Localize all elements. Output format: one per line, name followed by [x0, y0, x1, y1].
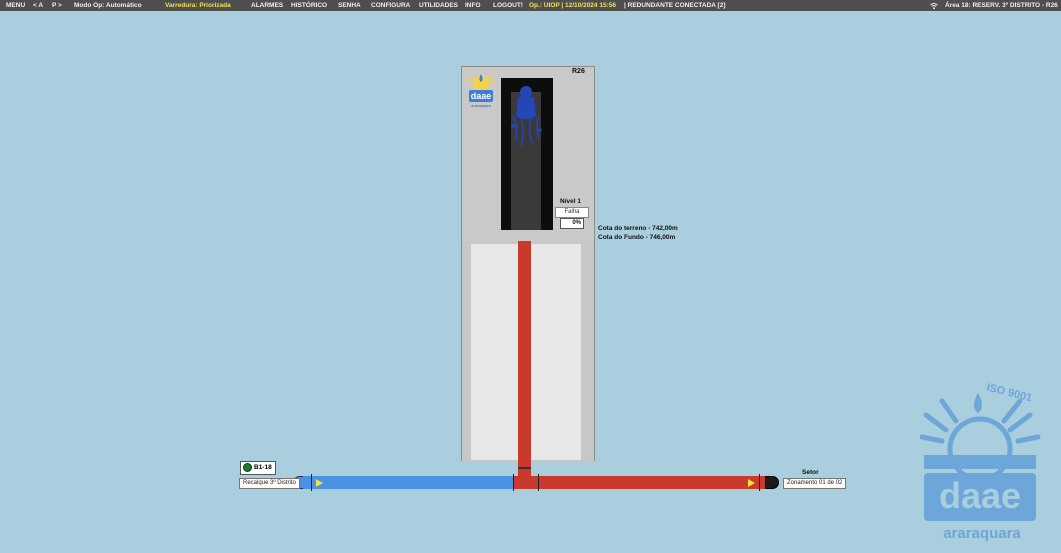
inlet-source-label: Recalque 3º Distrito [239, 478, 300, 489]
level-percent-field: 0% [560, 218, 584, 229]
watermark-brand: daae [938, 475, 1022, 516]
pump-status-badge[interactable]: B1-18 [240, 461, 276, 475]
inlet-pipe [303, 476, 515, 489]
daae-logo: daae araraquara [465, 72, 497, 110]
menu-button[interactable]: MENU [6, 0, 25, 11]
utilities-button[interactable]: UTILIDADES [419, 0, 458, 11]
tank-outlet-pipe [518, 241, 531, 489]
logo-text: daae [470, 91, 492, 101]
area-title: Área 18: RESERV. 3º DISTRITO - R26 [945, 2, 1058, 9]
pipe-joint [759, 474, 760, 491]
outlet-sector-label: Zonamento 01 de 02 [783, 478, 847, 489]
flow-arrow-icon [316, 479, 323, 487]
flow-arrow-icon [748, 479, 755, 487]
previous-area-button[interactable]: < A [33, 0, 43, 11]
pipe-joint [538, 474, 539, 491]
operator-timestamp: Op.: UIOP | 12/10/2024 15:56 [529, 2, 616, 9]
status-indicator-icon [243, 463, 252, 472]
pipe-junction-marker [518, 467, 531, 469]
top-menu-bar: MENU < A P > Modo Op: Automático Varredu… [0, 0, 1061, 11]
logo-subtext: araraquara [471, 103, 491, 108]
water-splash-icon [511, 86, 542, 147]
scan-mode-status: Varredura: Priorizada [165, 2, 231, 9]
info-button[interactable]: INFO [465, 0, 481, 11]
pump-status-label: B1-18 [254, 464, 272, 471]
password-button[interactable]: SENHA [338, 0, 361, 11]
logout-button[interactable]: LOGOUT! [493, 0, 523, 11]
redundancy-status: | REDUNDANTE CONECTADA [2] [624, 2, 726, 9]
config-button[interactable]: CONFIGURA [371, 0, 410, 11]
operation-mode-status: Modo Op: Automático [74, 2, 142, 9]
outlet-pipe [513, 476, 767, 489]
level-label: Nível 1 [560, 198, 581, 205]
history-button[interactable]: HISTÓRICO [291, 0, 327, 11]
next-area-button[interactable]: P > [52, 0, 62, 11]
wifi-icon [930, 0, 938, 14]
tank-id-label: R26 [572, 68, 585, 75]
level-status-field: Falha [555, 207, 589, 218]
outlet-pipe-cap [765, 476, 779, 489]
watermark-city: araraquara [943, 525, 1021, 542]
pipe-joint [513, 474, 514, 491]
daae-watermark-logo: ISO 9001 daae araraquara [919, 382, 1050, 545]
bottom-elevation-label: Cota do Fundo - 746,00m [598, 234, 676, 241]
alarms-button[interactable]: ALARMES [251, 0, 283, 11]
pipe-joint [311, 474, 312, 491]
outlet-sector-title: Setor [802, 469, 819, 476]
ground-elevation-label: Cota do terreno - 742,00m [598, 225, 678, 232]
